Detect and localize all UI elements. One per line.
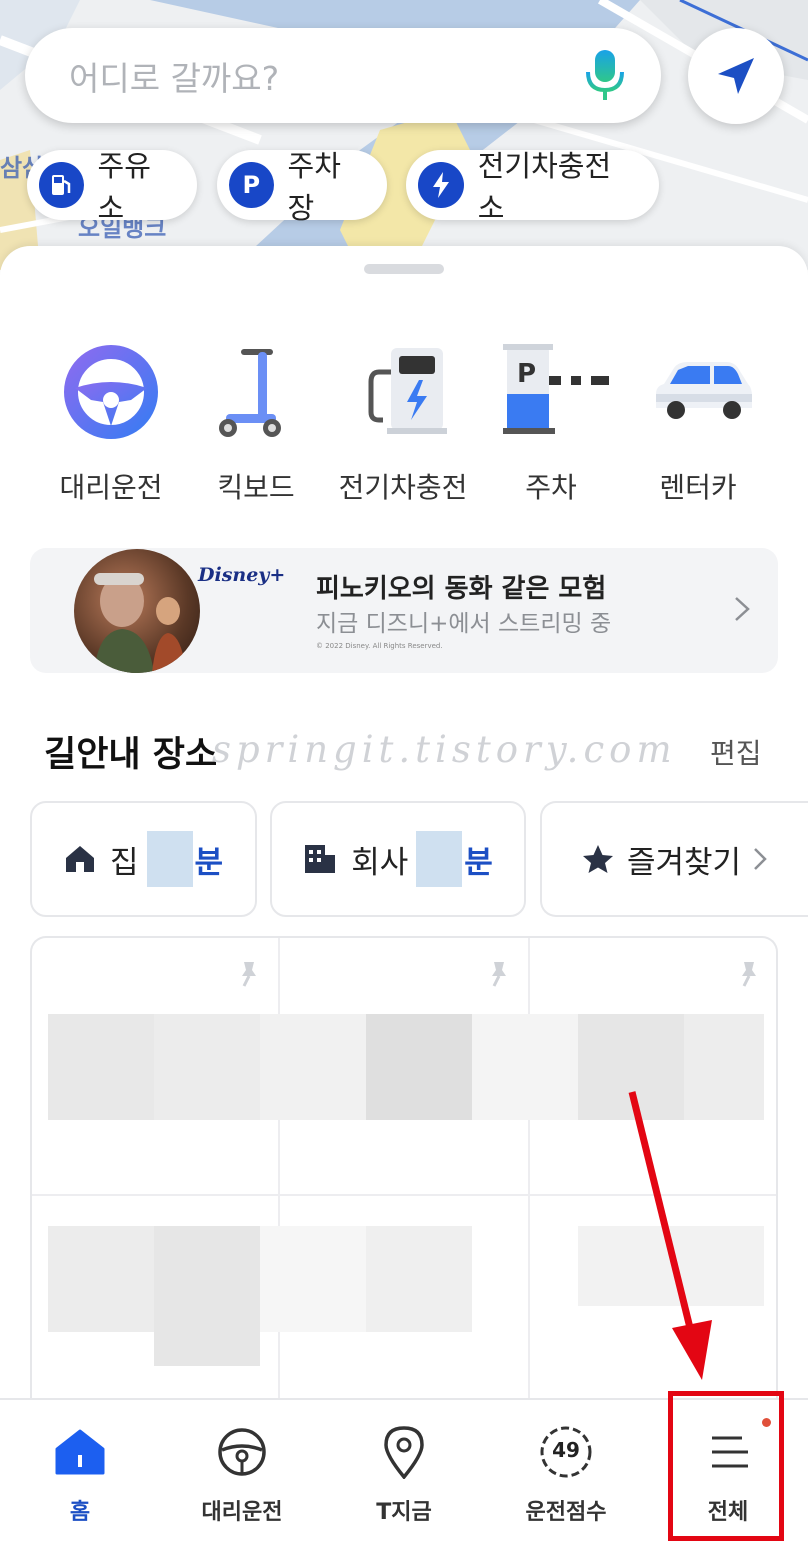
minutes-label: 분 [464, 844, 493, 881]
nav-home[interactable]: 홈 [10, 1422, 150, 1526]
work-shortcut[interactable]: 회사 분 [270, 801, 526, 917]
home-icon [50, 1422, 110, 1482]
home-shortcut[interactable]: 집 분 [30, 801, 257, 917]
chip-parking[interactable]: P 주차장 [217, 149, 387, 225]
service-label: 대리운전 [59, 471, 163, 504]
search-input[interactable]: 어디로 갈까요? [69, 52, 577, 100]
sheet-handle[interactable] [364, 264, 444, 274]
nav-label: 대리운전 [201, 1500, 283, 1525]
parking-gate-icon: P [501, 342, 609, 442]
section-title: 길안내 장소 [44, 735, 218, 775]
chip-label: 전기차충전소 [477, 149, 612, 225]
blurred-place[interactable] [578, 1226, 764, 1306]
rental-car-icon [648, 342, 752, 442]
chip-label: 주유소 [97, 149, 151, 225]
service-kickboard[interactable]: 킥보드 [186, 342, 326, 506]
pin-icon[interactable] [236, 960, 260, 992]
service-label: 킥보드 [217, 471, 295, 504]
service-label: 렌터카 [659, 471, 737, 504]
steering-wheel-icon [212, 1422, 272, 1482]
service-label: 전기차충전 [338, 471, 468, 504]
blurred-place[interactable] [366, 1014, 472, 1120]
banner-copyright: © 2022 Disney. All Rights Reserved. [316, 642, 443, 650]
blurred-place [260, 1226, 366, 1332]
banner-subtitle: 지금 디즈니+에서 스트리밍 중 [316, 611, 612, 637]
blurred-place[interactable] [48, 1226, 154, 1332]
blurred-place [472, 1014, 578, 1120]
pin-icon[interactable] [486, 960, 510, 992]
navigation-arrow-icon [718, 58, 754, 94]
service-designated-driver[interactable]: 대리운전 [41, 342, 181, 506]
blurred-place [260, 1014, 366, 1120]
microphone-icon[interactable] [577, 41, 633, 111]
favorites-shortcut[interactable]: 즐겨찾기 [540, 801, 808, 917]
home-icon [65, 846, 94, 872]
star-icon [582, 845, 613, 873]
banner-title: 피노키오의 동화 같은 모험 [316, 574, 607, 604]
service-rental-car[interactable]: 렌터카 [628, 342, 768, 506]
parking-icon: P [229, 162, 274, 208]
nav-label: 홈 [69, 1500, 91, 1525]
highlight-box [668, 1391, 784, 1541]
minutes-label: 분 [194, 844, 224, 881]
steering-wheel-icon [61, 342, 161, 442]
current-location-button[interactable] [688, 28, 784, 124]
blurred-value [416, 831, 463, 887]
kickboard-icon [206, 342, 306, 442]
search-bar[interactable]: 어디로 갈까요? [25, 28, 661, 123]
service-parking[interactable]: P 주차 [481, 342, 621, 506]
bottom-sheet: 대리운전 킥보드 전기차충전 P 주차 렌터카 Disney+ 피노키오의 동화… [0, 246, 808, 1406]
pin-icon[interactable] [736, 960, 760, 992]
blurred-value [146, 831, 193, 887]
edit-button[interactable]: 편집 [710, 732, 762, 772]
nav-designated-driver[interactable]: 대리운전 [172, 1422, 312, 1526]
score-gauge-icon: 49 [536, 1422, 596, 1482]
blurred-place [684, 1014, 764, 1120]
watermark: springit.tistory.com [212, 728, 677, 771]
nav-label: 운전점수 [525, 1500, 607, 1525]
service-label: 주차 [525, 471, 577, 504]
nav-label: T지금 [376, 1500, 432, 1525]
blurred-place [154, 1226, 260, 1366]
banner-image [74, 549, 200, 673]
work-label: 회사 [351, 844, 409, 881]
favorites-label: 즐겨찾기 [626, 844, 742, 881]
home-label: 집 [109, 844, 139, 881]
svg-text:P: P [517, 359, 536, 389]
blurred-place[interactable] [48, 1014, 154, 1120]
recent-places-grid [30, 936, 778, 1406]
service-ev-charging[interactable]: 전기차충전 [333, 342, 473, 506]
location-pin-icon [374, 1422, 434, 1482]
lightning-icon [418, 162, 464, 208]
chip-label: 주차장 [287, 149, 341, 225]
gas-station-icon [39, 162, 84, 208]
ev-charger-icon [353, 342, 453, 442]
chip-gas-station[interactable]: 주유소 [27, 149, 197, 225]
chip-ev-charging[interactable]: 전기차충전소 [406, 149, 659, 225]
nav-driving-score[interactable]: 49 운전점수 [496, 1422, 636, 1526]
blurred-place[interactable] [366, 1226, 472, 1332]
building-icon [305, 845, 336, 873]
blurred-place[interactable] [578, 1014, 684, 1120]
blurred-place [154, 1014, 260, 1120]
chevron-right-icon [730, 594, 754, 628]
chevron-right-icon [754, 848, 767, 870]
promo-banner[interactable]: Disney+ 피노키오의 동화 같은 모험 지금 디즈니+에서 스트리밍 중 … [30, 548, 778, 673]
nav-t-now[interactable]: T지금 [334, 1422, 474, 1526]
score-badge: 49 [552, 1438, 580, 1462]
disney-plus-logo: Disney+ [198, 564, 286, 586]
